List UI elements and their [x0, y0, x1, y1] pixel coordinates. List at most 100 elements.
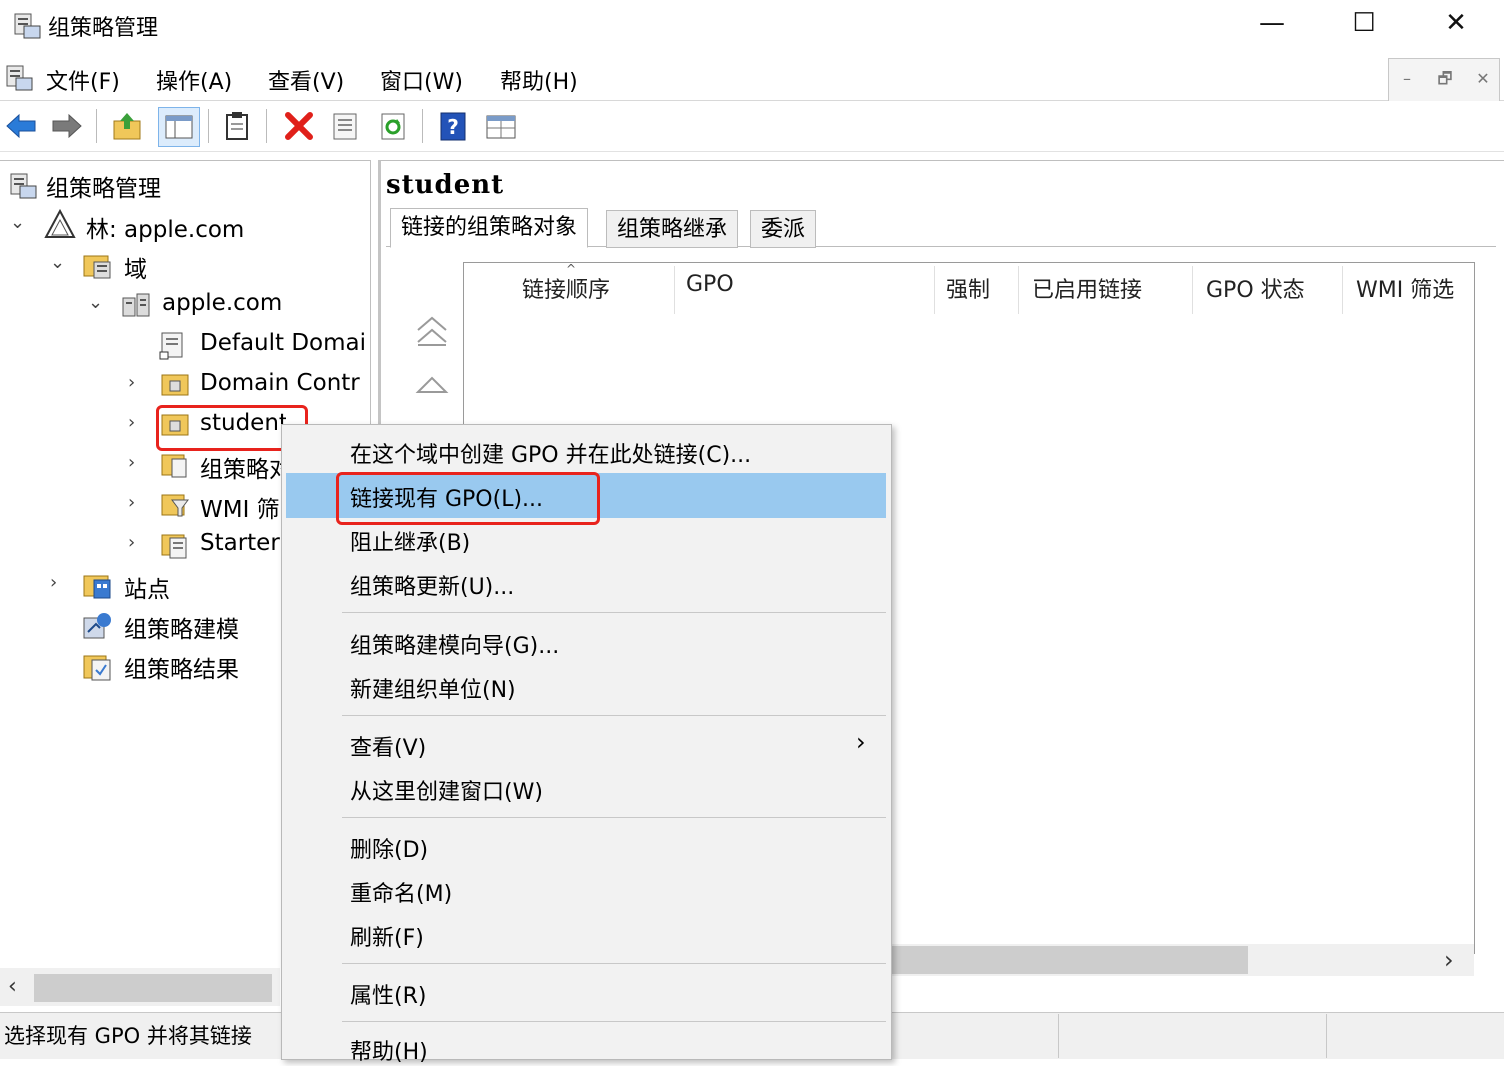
- context-menu-separator: [342, 817, 886, 818]
- console-view-button[interactable]: [484, 109, 518, 143]
- column-header-link-order[interactable]: 链接顺序: [522, 272, 610, 304]
- forward-button[interactable]: [50, 109, 84, 143]
- scroll-right-arrow-icon[interactable]: ›: [1444, 946, 1454, 974]
- help-icon: ?: [440, 112, 466, 141]
- context-menu-separator: [342, 1021, 886, 1022]
- column-header-link-enabled[interactable]: 已启用链接: [1032, 272, 1142, 304]
- console-icon: [486, 115, 516, 139]
- maximize-button[interactable]: ☐: [1318, 0, 1410, 46]
- show-hide-tree-button[interactable]: [158, 107, 200, 147]
- tree-item-starter-gpos[interactable]: Starter: [200, 530, 284, 556]
- up-one-level-button[interactable]: [110, 109, 144, 143]
- menu-file[interactable]: 文件(F): [46, 64, 120, 96]
- column-header-wmi-filter[interactable]: WMI 筛选: [1356, 272, 1470, 304]
- gpo-folder-icon: [161, 454, 187, 478]
- ctx-rename[interactable]: 重命名(M): [350, 876, 452, 908]
- menu-view[interactable]: 查看(V): [268, 64, 344, 96]
- toolbar-separator: [422, 109, 423, 143]
- tree-item-domain-controllers[interactable]: Domain Contr: [200, 370, 368, 396]
- collapse-chevron-right-icon[interactable]: ›: [128, 372, 135, 393]
- toolbar-separator: [208, 109, 209, 143]
- column-header-gpo[interactable]: GPO: [686, 272, 734, 297]
- minimize-button[interactable]: —: [1226, 0, 1318, 46]
- column-divider[interactable]: [1018, 266, 1019, 314]
- ctx-new-ou[interactable]: 新建组织单位(N): [350, 672, 516, 704]
- help-button[interactable]: ?: [436, 109, 470, 143]
- ctx-new-window-from-here[interactable]: 从这里创建窗口(W): [350, 774, 543, 806]
- ctx-create-gpo-and-link[interactable]: 在这个域中创建 GPO 并在此处链接(C)...: [350, 437, 751, 469]
- ctx-help[interactable]: 帮助(H): [350, 1034, 428, 1066]
- column-divider[interactable]: [934, 266, 935, 314]
- close-icon: ✕: [1445, 8, 1467, 38]
- paste-button[interactable]: [220, 109, 254, 143]
- scroll-left-arrow-icon[interactable]: ‹: [8, 974, 17, 999]
- column-divider[interactable]: [1192, 266, 1193, 314]
- column-header-gpo-status[interactable]: GPO 状态: [1206, 272, 1305, 304]
- back-button[interactable]: [4, 109, 38, 143]
- column-divider[interactable]: [674, 266, 675, 314]
- ctx-view[interactable]: 查看(V): [350, 730, 426, 762]
- expand-chevron-down-icon[interactable]: ⌄: [50, 252, 65, 273]
- tree-item-forest[interactable]: 林: apple.com: [86, 210, 244, 244]
- ctx-gp-modeling-wizard[interactable]: 组策略建模向导(G)...: [350, 628, 559, 660]
- back-arrow-icon: [6, 113, 36, 139]
- context-menu-separator: [342, 715, 886, 716]
- tree-item-domain-apple[interactable]: apple.com: [162, 290, 282, 316]
- tree-item-gp-results[interactable]: 组策略结果: [124, 650, 239, 684]
- ctx-block-inheritance[interactable]: 阻止继承(B): [350, 525, 470, 557]
- tree-item-domains[interactable]: 域: [124, 250, 147, 284]
- ctx-delete[interactable]: 删除(D): [350, 832, 428, 864]
- properties-icon: [333, 113, 357, 140]
- tree-item-gpm-root[interactable]: 组策略管理: [46, 169, 161, 203]
- details-title: student: [386, 170, 505, 200]
- toolbar-separator: [96, 109, 97, 143]
- tree-item-gp-modeling[interactable]: 组策略建模: [124, 610, 239, 644]
- tree-item-default-domain-policy[interactable]: Default Domai: [200, 330, 368, 356]
- collapse-chevron-right-icon[interactable]: ›: [128, 452, 135, 473]
- properties-button[interactable]: [328, 109, 362, 143]
- tab-delegation[interactable]: 委派: [750, 210, 817, 248]
- refresh-button[interactable]: [376, 109, 410, 143]
- tree-item-group-policy-objects[interactable]: 组策略对: [200, 450, 284, 484]
- column-header-enforced[interactable]: 强制: [946, 272, 990, 304]
- clipboard-icon: [226, 112, 248, 140]
- collapse-chevron-right-icon[interactable]: ›: [128, 532, 135, 553]
- ctx-refresh[interactable]: 刷新(F): [350, 920, 424, 952]
- move-to-top-icon[interactable]: [414, 314, 450, 348]
- tree-item-sites[interactable]: 站点: [124, 570, 170, 604]
- close-button[interactable]: ✕: [1410, 0, 1502, 46]
- svg-text:?: ?: [447, 115, 459, 139]
- menu-window[interactable]: 窗口(W): [380, 64, 463, 96]
- collapse-chevron-right-icon[interactable]: ›: [50, 572, 57, 593]
- tab-linked-gpos[interactable]: 链接的组策略对象: [390, 208, 589, 248]
- mdi-minimize-button[interactable]: –: [1390, 66, 1424, 92]
- move-up-icon[interactable]: [414, 372, 450, 398]
- status-divider: [1058, 1014, 1059, 1058]
- collapse-chevron-right-icon[interactable]: ›: [128, 492, 135, 513]
- domains-folder-icon: [83, 255, 111, 279]
- tree-scroll-thumb[interactable]: [34, 974, 272, 1002]
- ou-folder-icon: [161, 374, 189, 396]
- gpmc-app-icon: [14, 13, 41, 39]
- tree-item-wmi-filters[interactable]: WMI 筛: [200, 490, 284, 524]
- minimize-icon: —: [1259, 8, 1285, 38]
- modeling-icon: [83, 613, 111, 639]
- console-menu-icon[interactable]: [4, 62, 34, 92]
- refresh-icon: [381, 113, 405, 140]
- menu-action[interactable]: 操作(A): [156, 64, 232, 96]
- annotation-highlight-link-existing-gpo: [336, 472, 600, 525]
- expand-chevron-down-icon[interactable]: ⌄: [88, 292, 103, 313]
- menu-help[interactable]: 帮助(H): [500, 64, 578, 96]
- ctx-properties[interactable]: 属性(R): [350, 978, 426, 1010]
- expand-chevron-down-icon[interactable]: ⌄: [10, 212, 25, 233]
- column-divider[interactable]: [1342, 266, 1343, 314]
- wmi-filter-folder-icon: [161, 494, 189, 517]
- collapse-chevron-right-icon[interactable]: ›: [128, 412, 135, 433]
- mdi-restore-button[interactable]: 🗗: [1428, 66, 1462, 92]
- gpo-link-icon: [159, 332, 183, 360]
- delete-button[interactable]: [282, 109, 316, 143]
- list-scroll-thumb[interactable]: [890, 946, 1248, 974]
- mdi-close-button[interactable]: ✕: [1466, 66, 1500, 92]
- ctx-gp-update[interactable]: 组策略更新(U)...: [350, 569, 514, 601]
- tab-gp-inheritance[interactable]: 组策略继承: [606, 210, 739, 248]
